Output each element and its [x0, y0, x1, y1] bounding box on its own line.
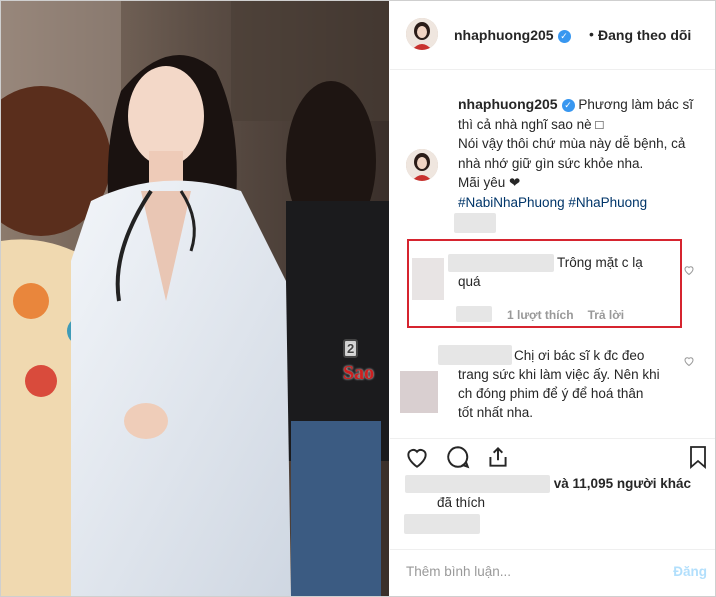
commenter-avatar-redacted[interactable]	[412, 258, 444, 300]
likes-liked-text: đã thích	[437, 495, 486, 511]
caption-line: Phương làm bác sĩ	[578, 97, 694, 112]
redacted-username	[448, 254, 554, 272]
caption-line: nhà nhớ giữ gìn sức khỏe nha.	[458, 155, 644, 171]
action-bar	[390, 438, 715, 475]
author-avatar[interactable]	[406, 18, 438, 50]
hashtag-link[interactable]: #NabiNhaPhuong	[458, 195, 565, 210]
comment-text: ch đóng phim để ý để hoá thân	[458, 386, 644, 401]
heart-icon[interactable]	[404, 444, 430, 470]
heart-icon[interactable]	[683, 264, 695, 276]
comment-icon[interactable]	[445, 444, 471, 470]
comment-text: Chị ơi bác sĩ k đc đeo	[514, 348, 645, 363]
comment-likes-count[interactable]: 1 lượt thích	[507, 308, 574, 322]
hashtag-link[interactable]: #NhaPhuong	[568, 195, 647, 210]
add-comment-bar: Thêm bình luận... Đăng	[390, 549, 715, 596]
redacted-timestamp	[456, 306, 492, 322]
caption-line: Nói vậy thôi chứ mùa này dễ bệnh, cả	[458, 136, 686, 151]
caption-author-avatar[interactable]	[406, 149, 438, 181]
redacted-timestamp	[404, 514, 480, 534]
redacted-timestamp	[454, 213, 496, 233]
comment-text: trang sức khi làm việc ấy. Nên khi	[458, 367, 660, 382]
caption-line: thì cả nhà nghĩ sao nè □	[458, 116, 604, 132]
likes-count[interactable]: và 11,095 người khác	[554, 476, 691, 491]
redacted-username	[438, 345, 512, 365]
comment-text: Trông mặt c lạ	[557, 255, 643, 270]
reply-button[interactable]: Trả lời	[588, 308, 625, 322]
following-button[interactable]: Đang theo dõi	[598, 27, 691, 43]
author-username-row: nhaphuong205 ✓	[454, 27, 571, 45]
comment-text: tốt nhất nha.	[458, 405, 534, 420]
heart-icon[interactable]	[683, 355, 695, 367]
post-header: nhaphuong205 ✓ • Đang theo dõi	[390, 1, 715, 70]
bookmark-icon[interactable]	[686, 444, 710, 470]
separator-dot: •	[589, 26, 594, 42]
watermark-logo: 2Sao	[343, 339, 375, 384]
commenter-avatar-redacted[interactable]	[400, 371, 438, 413]
post-side-panel: nhaphuong205 ✓ • Đang theo dõi nhaphuong2…	[390, 1, 715, 596]
likes-summary: và 11,095 người khác đã thích	[405, 474, 705, 512]
post-photo[interactable]: 2Sao	[1, 1, 389, 596]
verified-icon: ✓	[561, 99, 575, 112]
instagram-post-window: 2Sao nhaphuong205 ✓ • Đang theo dõi nhap…	[0, 0, 716, 597]
comment-input[interactable]: Thêm bình luận...	[406, 564, 511, 579]
caption-line: Mãi yêu ❤	[458, 175, 521, 190]
comment-text: quá	[458, 274, 481, 289]
redacted-liker	[405, 475, 550, 494]
author-username[interactable]: nhaphuong205	[454, 27, 554, 43]
caption-username[interactable]: nhaphuong205	[458, 96, 558, 112]
share-icon[interactable]	[485, 444, 511, 470]
post-comment-button[interactable]: Đăng	[673, 564, 707, 579]
post-caption: nhaphuong205 ✓ Phương làm bác sĩ thì cả n…	[458, 95, 704, 212]
verified-icon: ✓	[557, 30, 571, 43]
comment-meta: 1 lượt thích Trả lời	[507, 308, 638, 322]
post-photo-illustration	[1, 1, 389, 596]
